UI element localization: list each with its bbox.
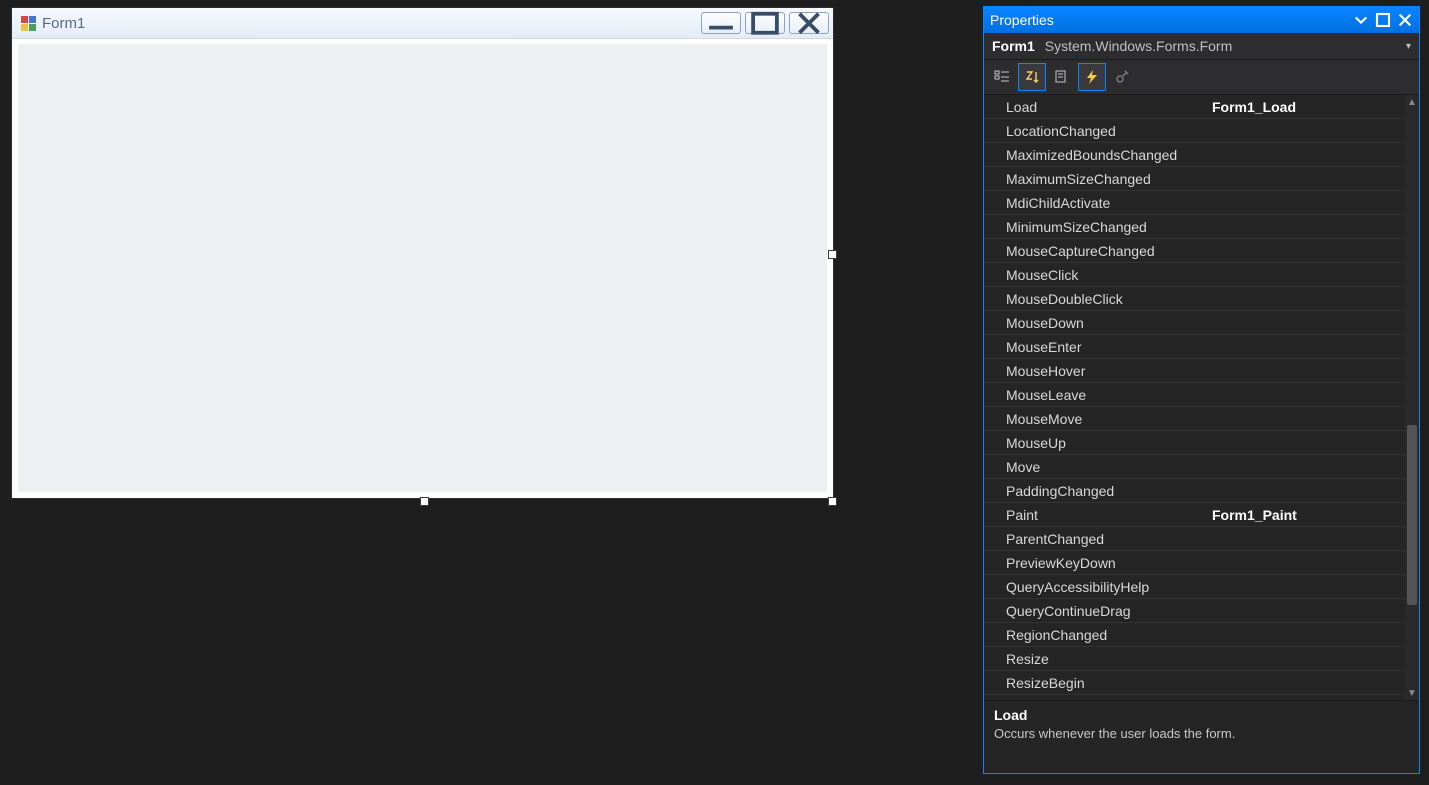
event-row[interactable]: PreviewKeyDown — [984, 551, 1405, 575]
event-name: MouseClick — [984, 267, 1206, 283]
event-row[interactable]: MouseCaptureChanged — [984, 239, 1405, 263]
events-grid[interactable]: LoadForm1_LoadLocationChangedMaximizedBo… — [984, 95, 1405, 700]
event-name: QueryAccessibilityHelp — [984, 579, 1206, 595]
maximize-button[interactable] — [745, 12, 785, 34]
event-row[interactable]: MaximizedBoundsChanged — [984, 143, 1405, 167]
resize-handle-bottom[interactable] — [420, 497, 429, 506]
alphabetical-button[interactable] — [1018, 63, 1046, 91]
event-row[interactable]: MouseMove — [984, 407, 1405, 431]
events-grid-wrap: LoadForm1_LoadLocationChangedMaximizedBo… — [984, 95, 1419, 700]
scroll-thumb[interactable] — [1407, 425, 1417, 605]
object-type: System.Windows.Forms.Form — [1045, 38, 1232, 54]
event-name: Paint — [984, 507, 1206, 523]
close-button[interactable] — [789, 12, 829, 34]
event-name: QueryContinueDrag — [984, 603, 1206, 619]
chevron-down-icon: ▾ — [1406, 41, 1411, 52]
event-name: MouseEnter — [984, 339, 1206, 355]
event-row[interactable]: MouseEnter — [984, 335, 1405, 359]
event-name: PaddingChanged — [984, 483, 1206, 499]
event-name: MouseUp — [984, 435, 1206, 451]
event-row[interactable]: LoadForm1_Load — [984, 95, 1405, 119]
panel-close-icon[interactable] — [1397, 12, 1413, 28]
event-row[interactable]: MaximumSizeChanged — [984, 167, 1405, 191]
events-button[interactable] — [1078, 63, 1106, 91]
event-row[interactable]: ResizeEnd — [984, 695, 1405, 700]
event-name: MouseDown — [984, 315, 1206, 331]
event-name: MdiChildActivate — [984, 195, 1206, 211]
object-selector[interactable]: Form1 System.Windows.Forms.Form ▾ — [984, 33, 1419, 60]
event-row[interactable]: PaddingChanged — [984, 479, 1405, 503]
properties-panel-header[interactable]: Properties — [984, 7, 1419, 33]
resize-handle-right[interactable] — [828, 250, 837, 259]
event-row[interactable]: MinimumSizeChanged — [984, 215, 1405, 239]
grid-scrollbar[interactable]: ▲ ▼ — [1405, 95, 1419, 700]
panel-maximize-icon[interactable] — [1375, 12, 1391, 28]
scroll-down-arrow-icon[interactable]: ▼ — [1405, 686, 1419, 700]
description-pane: Load Occurs whenever the user loads the … — [984, 700, 1419, 773]
event-row[interactable]: MouseClick — [984, 263, 1405, 287]
resize-handle-corner[interactable] — [828, 497, 837, 506]
event-row[interactable]: MouseLeave — [984, 383, 1405, 407]
event-name: RegionChanged — [984, 627, 1206, 643]
event-row[interactable]: MdiChildActivate — [984, 191, 1405, 215]
event-name: Resize — [984, 651, 1206, 667]
event-row[interactable]: MouseDoubleClick — [984, 287, 1405, 311]
event-row[interactable]: MouseUp — [984, 431, 1405, 455]
event-value[interactable]: Form1_Paint — [1206, 507, 1405, 523]
event-row[interactable]: Resize — [984, 647, 1405, 671]
properties-toolbar — [984, 60, 1419, 95]
event-name: MinimumSizeChanged — [984, 219, 1206, 235]
panel-dropdown-icon[interactable] — [1353, 12, 1369, 28]
event-row[interactable]: ResizeBegin — [984, 671, 1405, 695]
property-pages-button[interactable] — [1108, 63, 1136, 91]
event-name: ResizeEnd — [984, 699, 1206, 701]
event-row[interactable]: MouseDown — [984, 311, 1405, 335]
event-row[interactable]: QueryContinueDrag — [984, 599, 1405, 623]
event-name: MaximizedBoundsChanged — [984, 147, 1206, 163]
event-row[interactable]: LocationChanged — [984, 119, 1405, 143]
event-name: MouseHover — [984, 363, 1206, 379]
event-name: ParentChanged — [984, 531, 1206, 547]
form-titlebar[interactable]: Form1 — [12, 8, 833, 39]
event-name: MouseMove — [984, 411, 1206, 427]
event-name: LocationChanged — [984, 123, 1206, 139]
event-row[interactable]: RegionChanged — [984, 623, 1405, 647]
scroll-up-arrow-icon[interactable]: ▲ — [1405, 95, 1419, 109]
form-client-area[interactable] — [18, 44, 827, 492]
event-value[interactable]: Form1_Load — [1206, 99, 1405, 115]
form-title: Form1 — [42, 15, 701, 32]
event-name: MouseLeave — [984, 387, 1206, 403]
event-name: ResizeBegin — [984, 675, 1206, 691]
event-name: Move — [984, 459, 1206, 475]
event-name: MouseCaptureChanged — [984, 243, 1206, 259]
minimize-button[interactable] — [701, 12, 741, 34]
event-name: PreviewKeyDown — [984, 555, 1206, 571]
event-row[interactable]: MouseHover — [984, 359, 1405, 383]
event-row[interactable]: ParentChanged — [984, 527, 1405, 551]
event-name: Load — [984, 99, 1206, 115]
form-designer-window[interactable]: Form1 — [11, 7, 834, 499]
event-row[interactable]: PaintForm1_Paint — [984, 503, 1405, 527]
event-name: MaximumSizeChanged — [984, 171, 1206, 187]
description-title: Load — [994, 707, 1409, 723]
event-name: MouseDoubleClick — [984, 291, 1206, 307]
event-row[interactable]: Move — [984, 455, 1405, 479]
properties-button[interactable] — [1048, 63, 1076, 91]
form-icon — [20, 15, 36, 31]
description-text: Occurs whenever the user loads the form. — [994, 726, 1235, 741]
object-name: Form1 — [992, 38, 1035, 54]
event-row[interactable]: QueryAccessibilityHelp — [984, 575, 1405, 599]
properties-panel-title: Properties — [990, 12, 1347, 28]
categorized-button[interactable] — [988, 63, 1016, 91]
properties-panel: Properties Form1 System.Windows.Forms.Fo… — [983, 6, 1420, 774]
